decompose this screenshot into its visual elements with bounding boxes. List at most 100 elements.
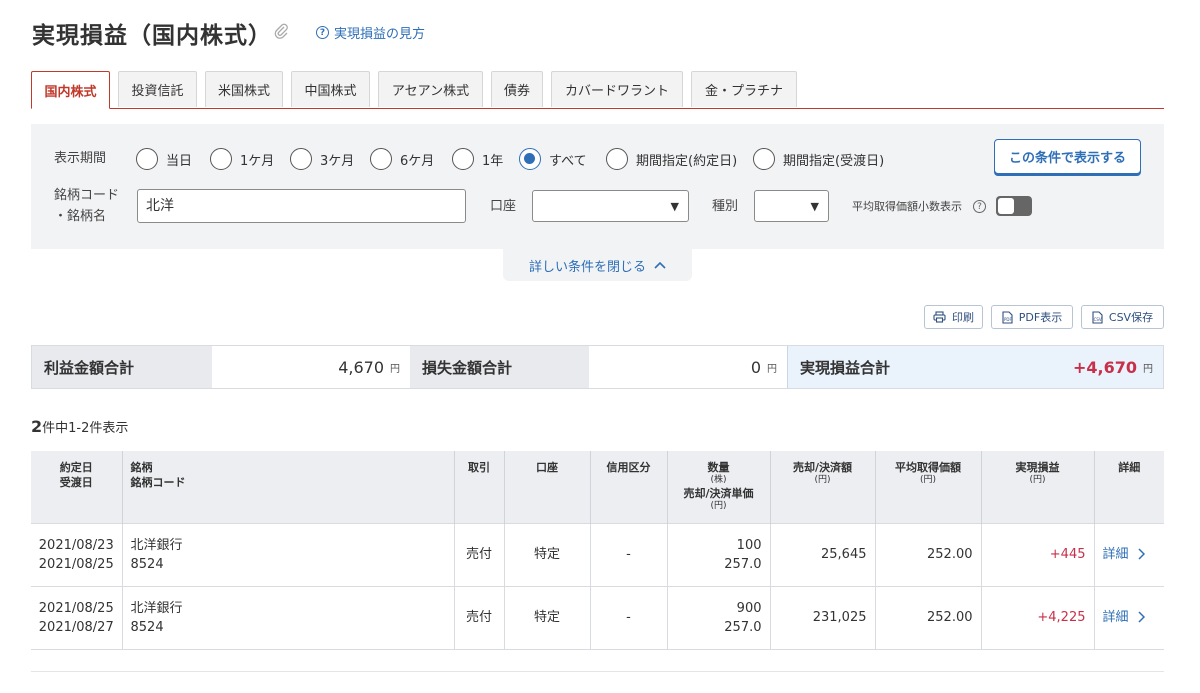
tab-domestic-stocks[interactable]: 国内株式 <box>31 71 110 109</box>
table-row: 2021/08/25 2021/08/27 北洋銀行 8524 売付 特定 - 90… <box>31 585 1164 650</box>
period-label: 表示期間 <box>54 151 107 166</box>
tab-gold-platinum[interactable]: 金・プラチナ <box>691 71 797 107</box>
csv-label: CSV保存 <box>1108 311 1154 324</box>
col-realized-pl[interactable]: 実現損益 (円) <box>981 451 1095 523</box>
tab-bonds[interactable]: 債券 <box>491 71 543 107</box>
settle-date: 2021/08/25 <box>38 556 114 572</box>
loss-total-value: 0 円 <box>589 346 787 388</box>
pdf-label: PDF表示 <box>1018 311 1063 324</box>
type-select[interactable]: ▼ <box>754 190 829 222</box>
col-stock[interactable]: 銘柄 銘柄コード <box>122 451 455 523</box>
realized-pl-table: 約定日 受渡日 銘柄 銘柄コード 取引 口座 信用区分 数量 (株) 売却/決済単価… <box>31 451 1164 650</box>
col-dates[interactable]: 約定日 受渡日 <box>31 451 123 523</box>
radio-all[interactable]: すべて <box>519 148 587 170</box>
filter-panel: 表示期間 当日 1ケ月 3ケ月 6ケ月 1年 すべて 期間指定(約定日) 期間指… <box>31 124 1164 249</box>
stock-code-label-line2: ・銘柄名 <box>54 209 107 224</box>
decimal-display-label: 平均取得価額小数表示 <box>852 200 962 213</box>
radio-circle[interactable] <box>452 148 474 170</box>
dropdown-arrow-icon: ▼ <box>670 200 679 213</box>
decimal-display-toggle[interactable] <box>996 196 1032 216</box>
summary-bar: 利益金額合計 4,670 円 損失金額合計 0 円 実現損益合計 +4,670 … <box>31 345 1164 389</box>
header-unit-price: 売却/決済単価 <box>683 487 754 500</box>
tab-investment-trusts[interactable]: 投資信託 <box>118 71 197 107</box>
yen-unit: 円 <box>390 363 400 375</box>
printer-icon <box>933 311 946 323</box>
stock-name: 北洋銀行 <box>130 600 183 616</box>
col-avg-cost[interactable]: 平均取得価額 (円) <box>875 451 982 523</box>
question-icon[interactable]: ? <box>973 200 986 213</box>
tab-asean-stocks[interactable]: アセアン株式 <box>378 71 483 107</box>
detail-link[interactable]: 詳細 <box>1094 522 1164 586</box>
tab-china-stocks[interactable]: 中国株式 <box>291 71 370 107</box>
chevron-up-icon <box>654 261 666 269</box>
trade-date: 2021/08/23 <box>38 537 114 553</box>
realized-pl-total-value: +4,670 円 <box>967 346 1163 388</box>
radio-label: すべて <box>549 153 587 169</box>
account-label: 口座 <box>490 199 517 214</box>
help-link[interactable]: ? 実現損益の見方 <box>316 23 425 42</box>
account-type: 特定 <box>504 522 591 586</box>
radio-circle[interactable] <box>370 148 392 170</box>
header-settle-date: 受渡日 <box>59 476 93 489</box>
radio-circle-checked[interactable] <box>519 148 541 170</box>
header-quantity: 数量 <box>707 461 730 474</box>
table-header-row: 約定日 受渡日 銘柄 銘柄コード 取引 口座 信用区分 数量 (株) 売却/決済単価… <box>31 451 1164 523</box>
detail-label: 詳細 <box>1102 610 1129 625</box>
loss-amount: 0 <box>750 357 761 377</box>
detail-label: 詳細 <box>1102 547 1129 562</box>
stock-name: 北洋銀行 <box>130 537 183 553</box>
col-credit: 信用区分 <box>590 451 668 523</box>
radio-label: 当日 <box>166 153 193 169</box>
stock-code-label-line1: 銘柄コード <box>54 188 120 203</box>
radio-circle[interactable] <box>210 148 232 170</box>
csv-button[interactable]: CSV CSV保存 <box>1081 305 1164 329</box>
radio-6months[interactable]: 6ケ月 <box>370 148 434 170</box>
svg-text:CSV: CSV <box>1093 317 1101 322</box>
paperclip-icon[interactable] <box>272 22 290 40</box>
radio-custom-trade-date[interactable]: 期間指定(約定日) <box>606 148 737 170</box>
unit-price: 257.0 <box>724 556 762 572</box>
trade-type: 売付 <box>454 522 505 586</box>
col-trade: 取引 <box>454 451 505 523</box>
col-amount[interactable]: 売却/決済額 (円) <box>770 451 876 523</box>
dropdown-arrow-icon: ▼ <box>810 200 819 213</box>
collapse-conditions-button[interactable]: 詳しい条件を閉じる <box>503 249 692 281</box>
account-type: 特定 <box>504 585 591 650</box>
settle-date: 2021/08/27 <box>38 619 114 635</box>
radio-circle[interactable] <box>606 148 628 170</box>
radio-today[interactable]: 当日 <box>136 148 192 170</box>
tab-covered-warrants[interactable]: カバードワラント <box>551 71 683 107</box>
market-tabs: 国内株式 投資信託 米国株式 中国株式 アセアン株式 債券 カバードワラント 金… <box>31 71 1164 109</box>
header-stock-name: 銘柄 <box>130 461 153 474</box>
result-range: 件中1-2件表示 <box>42 421 129 436</box>
trade-date: 2021/08/25 <box>38 600 114 616</box>
realized-pl-total-label: 実現損益合計 <box>787 346 967 388</box>
radio-circle[interactable] <box>753 148 775 170</box>
radio-circle[interactable] <box>290 148 312 170</box>
radio-label: 1ケ月 <box>240 153 275 169</box>
radio-circle[interactable] <box>136 148 158 170</box>
realized-pl-amount: +4,670 <box>1072 357 1137 377</box>
radio-3months[interactable]: 3ケ月 <box>290 148 354 170</box>
account-select[interactable]: ▼ <box>532 190 689 222</box>
radio-custom-settlement-date[interactable]: 期間指定(受渡日) <box>753 148 884 170</box>
type-label: 種別 <box>712 199 739 214</box>
pdf-button[interactable]: PDF PDF表示 <box>991 305 1073 329</box>
apply-filter-button[interactable]: この条件で表示する <box>994 139 1141 174</box>
header-amount-unit: (円) <box>814 475 831 485</box>
tab-us-stocks[interactable]: 米国株式 <box>205 71 283 107</box>
radio-1month[interactable]: 1ケ月 <box>210 148 274 170</box>
quantity: 100 <box>736 537 762 553</box>
realized-pl: +4,225 <box>981 585 1095 650</box>
realized-pl: +445 <box>981 522 1095 586</box>
sale-amount: 25,645 <box>770 522 876 586</box>
stock-search-input[interactable]: 北洋 <box>137 189 466 223</box>
col-quantity[interactable]: 数量 (株) 売却/決済単価 (円) <box>667 451 771 523</box>
radio-label: 3ケ月 <box>320 153 355 169</box>
col-detail: 詳細 <box>1094 451 1164 523</box>
radio-1year[interactable]: 1年 <box>452 148 503 170</box>
detail-link[interactable]: 詳細 <box>1094 585 1164 650</box>
divider <box>31 671 1164 672</box>
print-button[interactable]: 印刷 <box>924 305 983 329</box>
credit-type: - <box>590 522 668 586</box>
